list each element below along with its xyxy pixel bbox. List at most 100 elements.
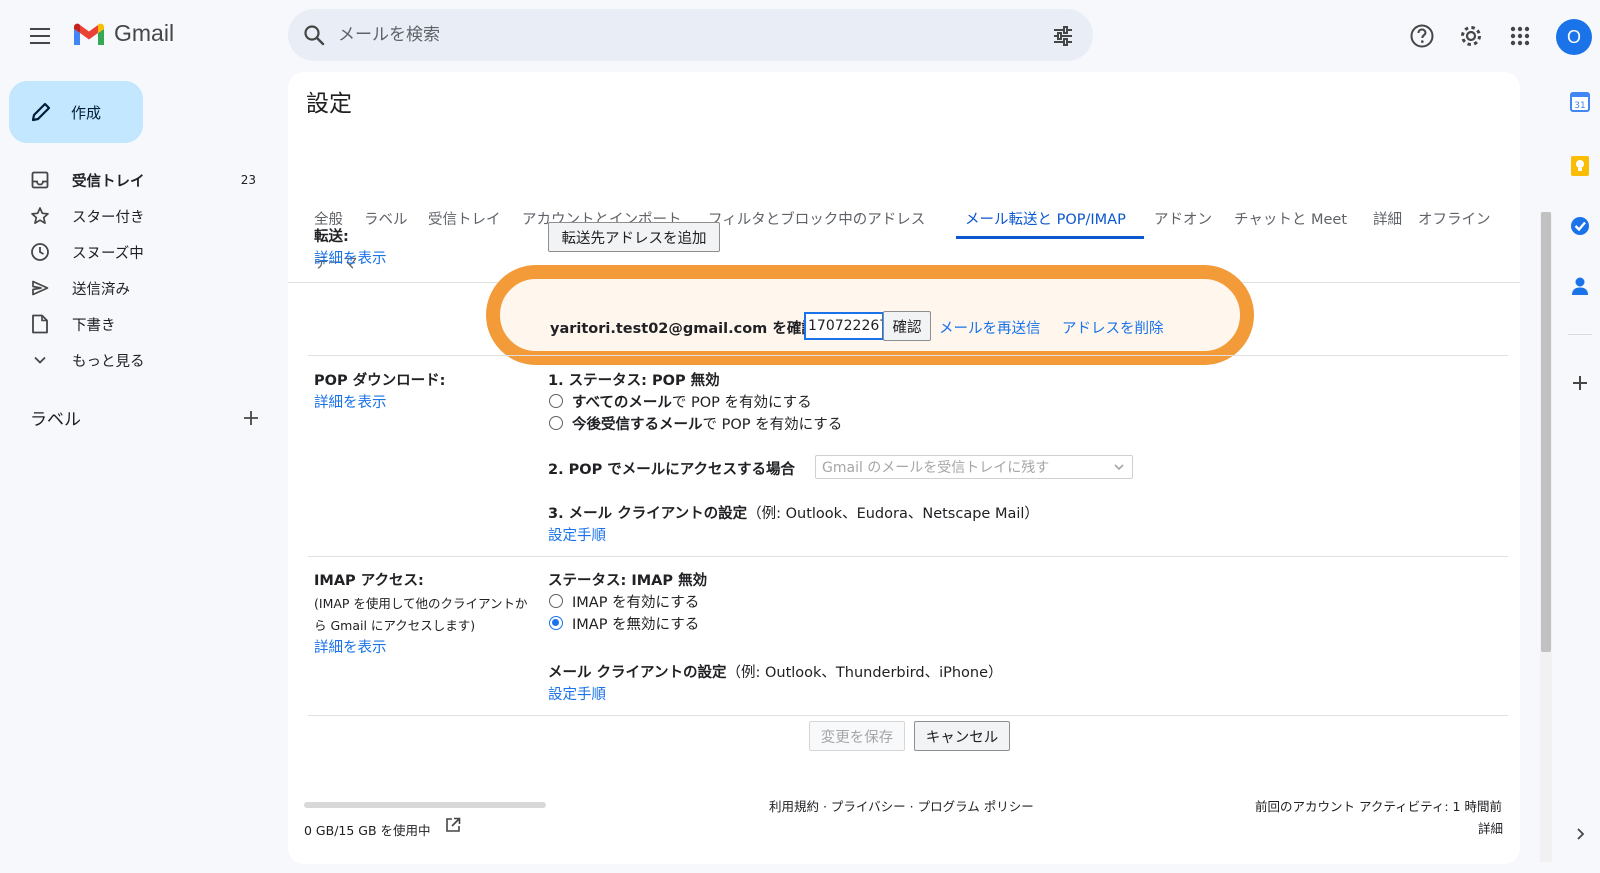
save-changes-button[interactable]: 変更を保存: [809, 721, 905, 751]
compose-label: 作成: [71, 103, 102, 122]
main-menu-button[interactable]: [24, 22, 56, 50]
keep-icon[interactable]: [1564, 150, 1596, 182]
storage-usage-text: 0 GB/15 GB を使用中: [304, 823, 431, 838]
pop-client-settings: 3. メール クライアントの設定（例: Outlook、Eudora、Netsc…: [548, 502, 1039, 523]
page-title: 設定: [306, 91, 352, 117]
rail-divider: [1568, 334, 1592, 335]
section-divider: [308, 355, 1508, 356]
chevron-right-icon[interactable]: [1564, 818, 1596, 850]
svg-text:31: 31: [1574, 101, 1585, 111]
pop-access-select[interactable]: Gmail のメールを受信トレイに残す: [815, 455, 1133, 479]
pop-setup-link[interactable]: 設定手順: [548, 524, 606, 545]
sidebar-item-label: スヌーズ中: [72, 245, 144, 262]
storage-usage-bar: [304, 802, 546, 808]
gmail-m-icon: [74, 23, 104, 45]
pop-all-mail-radio[interactable]: [549, 394, 563, 408]
pop-all-mail-label: すべてのメールで POP を有効にする: [572, 391, 812, 412]
pop-client-label: 3. メール クライアントの設定: [548, 506, 748, 522]
pop-title: POP ダウンロード:: [314, 373, 446, 389]
pop-all-mail-bold: すべてのメール: [572, 395, 672, 411]
settings-gear-icon[interactable]: [1455, 20, 1487, 52]
confirm-button[interactable]: 確認: [883, 311, 931, 341]
sidebar-item-more[interactable]: もっと見る: [0, 342, 270, 378]
imap-enable-radio[interactable]: [549, 594, 563, 608]
tab-filters-blocked[interactable]: フィルタとブロック中のアドレス: [708, 208, 925, 229]
send-icon: [30, 278, 50, 298]
inbox-icon: [30, 170, 50, 190]
imap-status: ステータス: IMAP 無効: [548, 573, 708, 589]
sidebar-item-inbox[interactable]: 受信トレイ 23: [0, 162, 270, 198]
gmail-wordmark: Gmail: [114, 20, 175, 46]
scrollbar-thumb[interactable]: [1541, 212, 1551, 652]
tab-addons[interactable]: アドオン: [1154, 208, 1212, 229]
sidebar-item-sent[interactable]: 送信済み: [0, 270, 270, 306]
gmail-logo[interactable]: Gmail: [72, 20, 174, 47]
search-icon[interactable]: [302, 23, 326, 47]
tab-forwarding-pop-imap[interactable]: メール転送と POP/IMAP: [965, 208, 1126, 229]
sidebar-nav: 受信トレイ 23 スター付き スヌーズ中 送信済み 下書き もっと見る: [0, 162, 270, 378]
tab-chat-meet[interactable]: チャットと Meet: [1234, 208, 1347, 229]
imap-enable-label: IMAP を有効にする: [572, 595, 700, 611]
imap-details-link[interactable]: 詳細を表示: [314, 636, 387, 657]
tasks-icon[interactable]: [1564, 210, 1596, 242]
compose-button[interactable]: 作成: [9, 81, 143, 143]
imap-client-example: （例: Outlook、Thunderbird、iPhone）: [726, 665, 1003, 681]
draft-icon: [30, 314, 50, 334]
confirmation-code-input[interactable]: [804, 312, 884, 340]
tab-advanced[interactable]: 詳細: [1373, 208, 1402, 229]
active-tab-indicator: [956, 236, 1144, 239]
imap-disable-radio[interactable]: [549, 616, 563, 630]
chevron-down-icon: [30, 350, 50, 370]
section-divider: [308, 556, 1508, 557]
help-icon[interactable]: [1406, 20, 1438, 52]
clock-icon: [30, 242, 50, 262]
policy-links[interactable]: 利用規約 · プライバシー · プログラム ポリシー: [769, 796, 1034, 815]
activity-details-link[interactable]: 詳細: [1478, 818, 1503, 837]
sidebar-item-label: もっと見る: [72, 353, 145, 370]
imap-client-label: メール クライアントの設定: [548, 665, 727, 681]
sidebar-item-drafts[interactable]: 下書き: [0, 306, 270, 342]
pop-new-mail-rest: で POP を有効にする: [702, 417, 843, 433]
labels-heading: ラベル: [30, 410, 81, 430]
sidebar-item-starred[interactable]: スター付き: [0, 198, 270, 234]
pop-status: 1. ステータス: POP 無効: [548, 373, 720, 389]
pop-new-mail-radio[interactable]: [549, 416, 563, 430]
add-label-icon[interactable]: [242, 409, 260, 427]
imap-setup-link[interactable]: 設定手順: [548, 683, 606, 704]
contacts-icon[interactable]: [1564, 270, 1596, 302]
add-addon-icon[interactable]: [1564, 367, 1596, 399]
top-bar: Gmail O: [0, 0, 1600, 72]
pop-access-label: 2. POP でメールにアクセスする場合: [548, 462, 796, 478]
sidebar-item-label: スター付き: [72, 209, 145, 226]
tab-labels[interactable]: ラベル: [364, 208, 408, 229]
last-account-activity: 前回のアカウント アクティビティ: 1 時間前: [1255, 799, 1502, 814]
delete-address-link[interactable]: アドレスを削除: [1062, 317, 1164, 338]
tab-inbox[interactable]: 受信トレイ: [428, 208, 501, 229]
cancel-button[interactable]: キャンセル: [914, 721, 1010, 751]
imap-disable-label: IMAP を無効にする: [572, 617, 700, 633]
search-input[interactable]: [338, 21, 1018, 49]
forwarding-title: 転送:: [314, 229, 349, 245]
star-icon: [30, 206, 50, 226]
apps-grid-icon[interactable]: [1504, 20, 1536, 52]
labels-section-header: ラベル: [30, 405, 260, 430]
account-avatar[interactable]: O: [1556, 19, 1592, 55]
pop-client-example: （例: Outlook、Eudora、Netscape Mail）: [747, 506, 1039, 522]
sidebar-item-snoozed[interactable]: スヌーズ中: [0, 234, 270, 270]
calendar-icon[interactable]: 31: [1564, 86, 1596, 118]
unread-count: 23: [240, 173, 256, 187]
sidebar-item-label: 受信トレイ: [72, 173, 145, 190]
search-options-icon[interactable]: [1051, 24, 1075, 48]
forwarding-details-link[interactable]: 詳細を表示: [314, 247, 387, 268]
settings-panel: 設定 全般 ラベル 受信トレイ アカウントとインポート フィルタとブロック中のア…: [288, 72, 1520, 864]
imap-title: IMAP アクセス:: [314, 573, 424, 589]
pop-details-link[interactable]: 詳細を表示: [314, 391, 387, 412]
open-in-new-icon[interactable]: [444, 816, 462, 834]
tab-offline[interactable]: オフライン: [1418, 208, 1491, 229]
pop-all-mail-rest: で POP を有効にする: [671, 395, 812, 411]
pencil-icon: [31, 102, 51, 122]
add-forwarding-address-button[interactable]: 転送先アドレスを追加: [548, 222, 720, 252]
section-divider: [308, 715, 1508, 716]
resend-email-link[interactable]: メールを再送信: [939, 317, 1041, 338]
forwarding-confirm-text: yaritori.test02@gmail.com を確認: [550, 321, 816, 337]
